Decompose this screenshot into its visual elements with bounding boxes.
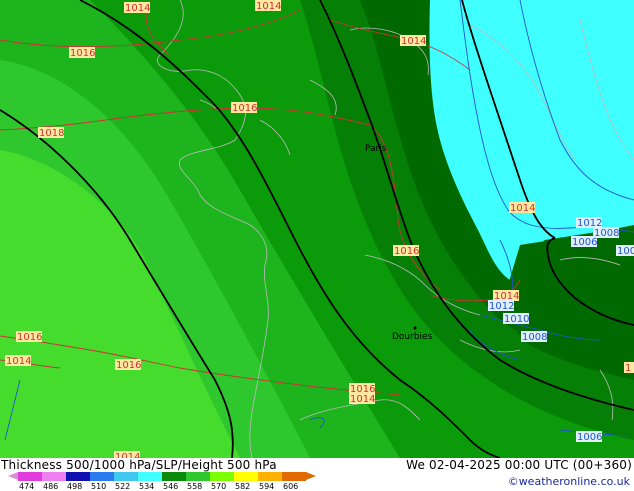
- isobar-label-1010-se: 1010: [504, 314, 529, 325]
- isobar-label-1014-top-b: 1014: [256, 1, 281, 12]
- legend-left-arrow-icon: [8, 472, 18, 480]
- isobar-label-1016-sw: 1016: [17, 332, 42, 343]
- isobar-label-1016-nw: 1016: [70, 48, 95, 59]
- isobar-label-1014-bottom: 1014: [350, 394, 375, 405]
- isobar-label-1014-sw: 1014: [6, 356, 31, 367]
- city-paris: Paris: [365, 144, 387, 154]
- isobar-label-1006-bottom: 1006: [577, 432, 602, 443]
- map-title: Thickness 500/1000 hPa/SLP/Height 500 hP…: [1, 458, 277, 472]
- legend-swatch: [162, 472, 186, 481]
- city-dourbies-marker: [413, 326, 417, 330]
- legend-swatch: [210, 472, 234, 481]
- legend-color-bar: [18, 472, 306, 481]
- map-footer: Thickness 500/1000 hPa/SLP/Height 500 hP…: [0, 458, 634, 491]
- legend-swatch: [114, 472, 138, 481]
- isobar-label-1006-edge: 1006: [617, 246, 634, 257]
- isobar-label-1016-center: 1016: [232, 103, 257, 114]
- isobar-label-1-edge: 1: [625, 363, 631, 374]
- isobar-label-1016-mid: 1016: [394, 246, 419, 257]
- isobar-label-1014-top-a: 1014: [125, 3, 150, 14]
- legend-swatch: [258, 472, 282, 481]
- isobar-label-1008-east: 1008: [594, 228, 619, 239]
- isobar-label-1018-west: 1018: [39, 128, 64, 139]
- forecast-datetime: We 02-04-2025 00:00 UTC (00+360): [406, 458, 632, 472]
- isobar-label-1016-south: 1016: [116, 360, 141, 371]
- legend-swatch: [66, 472, 90, 481]
- legend-swatch: [42, 472, 66, 481]
- isobar-label-1006-east: 1006: [572, 237, 597, 248]
- credit-link[interactable]: ©weatheronline.co.uk: [508, 475, 630, 488]
- legend-swatch: [18, 472, 42, 481]
- legend-swatch: [282, 472, 306, 481]
- legend-right-arrow-icon: [306, 472, 316, 480]
- city-dourbies: Dourbies: [392, 332, 433, 342]
- legend-swatch: [186, 472, 210, 481]
- isobar-label-1012-se: 1012: [489, 301, 514, 312]
- isobar-label-1014-east: 1014: [510, 203, 535, 214]
- weather-map: 1014 1014 1016 1014 1016 1018 1014 1012 …: [0, 0, 634, 458]
- isobar-label-1014-ne: 1014: [401, 36, 426, 47]
- map-canvas: 1014 1014 1016 1014 1016 1018 1014 1012 …: [0, 0, 634, 458]
- legend-swatch: [90, 472, 114, 481]
- legend-swatch: [138, 472, 162, 481]
- isobar-label-1008-se: 1008: [522, 332, 547, 343]
- legend-swatch: [234, 472, 258, 481]
